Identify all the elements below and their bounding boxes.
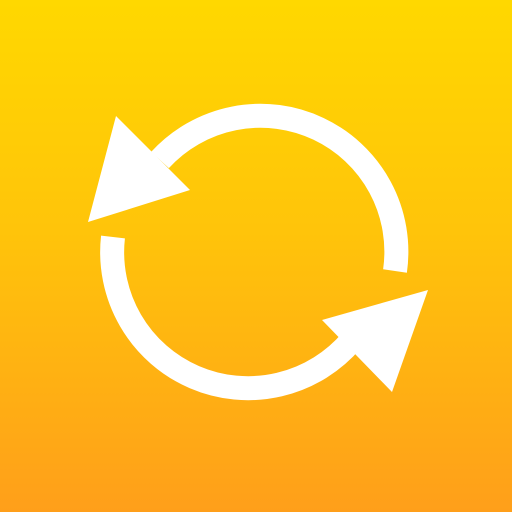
app-icon-tile[interactable] [0, 0, 512, 512]
refresh-arc-upper [151, 103, 409, 273]
refresh-icon [88, 103, 428, 401]
refresh-arc-lower [100, 235, 362, 401]
